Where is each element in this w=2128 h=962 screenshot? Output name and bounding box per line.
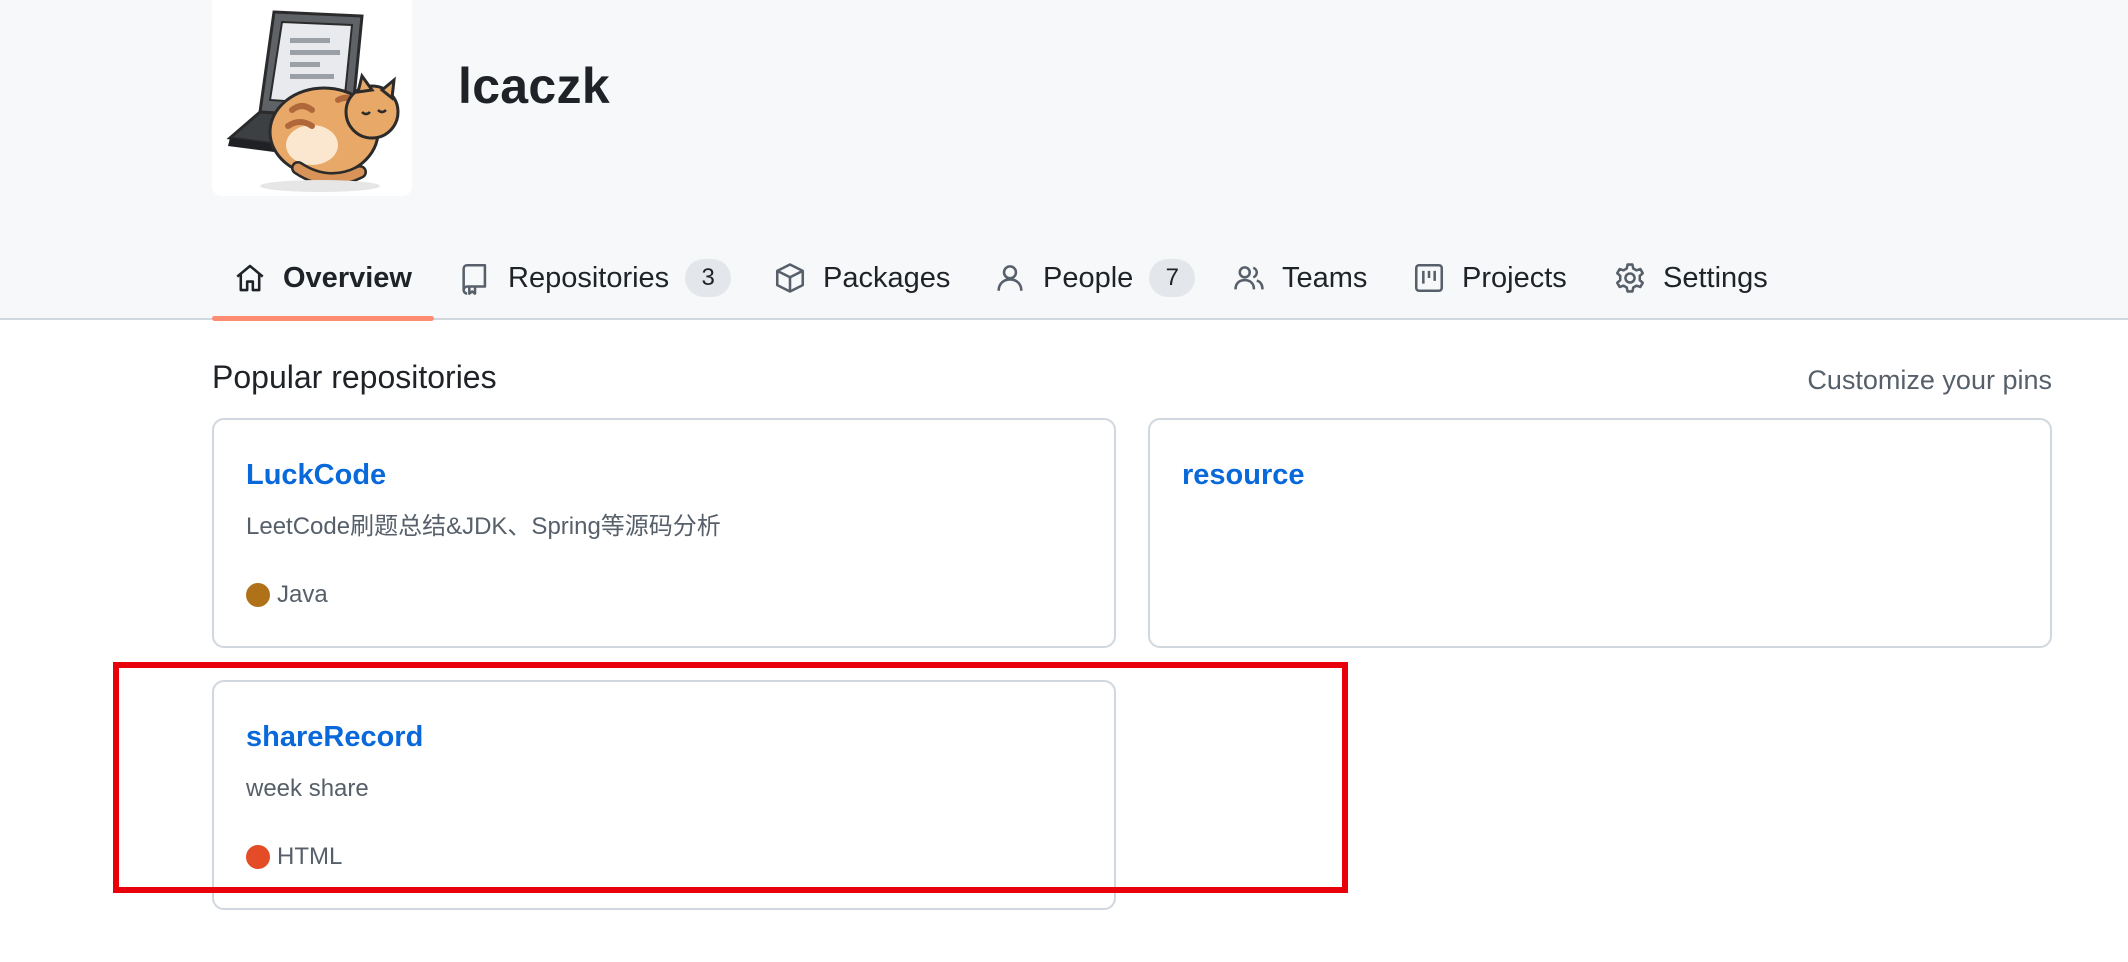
tab-settings[interactable]: Settings [1613,236,1768,320]
repo-link[interactable]: resource [1182,458,1305,492]
repo-description: LeetCode刷题总结&JDK、Spring等源码分析 [246,513,721,540]
gear-icon [1613,261,1647,295]
repo-icon [458,261,492,295]
tab-projects[interactable]: Projects [1412,236,1567,320]
popular-repositories-heading: Popular repositories [212,359,497,395]
cat-laptop-illustration [226,10,400,192]
people-count-badge: 7 [1149,259,1196,297]
home-icon [233,261,267,295]
tab-repositories[interactable]: Repositories 3 [458,236,732,320]
repo-card-sharerecord: shareRecord week share HTML [212,680,1116,910]
repositories-count-badge: 3 [685,259,732,297]
repo-card-luckcode: LuckCode LeetCode刷题总结&JDK、Spring等源码分析 Ja… [212,418,1116,648]
customize-pins-link[interactable]: Customize your pins [1807,363,2052,397]
tab-label: Projects [1462,261,1567,294]
repo-description: week share [246,775,369,802]
org-header: lcaczk Overview Repositories 3 Packages [0,0,2128,321]
package-icon [773,261,807,295]
org-name: lcaczk [458,58,610,114]
tab-label: Packages [823,261,951,294]
language-name: Java [277,581,328,608]
selected-tab-underline [212,316,434,321]
tab-label: Repositories [508,261,670,294]
org-avatar[interactable] [212,0,412,196]
tab-label: Teams [1282,261,1368,294]
repo-language: HTML [246,842,342,872]
repo-link[interactable]: LuckCode [246,458,386,492]
person-icon [993,261,1027,295]
tab-label: Overview [283,261,412,294]
tab-label: People [1043,261,1134,294]
tab-teams[interactable]: Teams [1232,236,1367,320]
tab-packages[interactable]: Packages [773,236,950,320]
tab-people[interactable]: People 7 [993,236,1196,320]
language-name: HTML [277,843,343,870]
repo-link[interactable]: shareRecord [246,720,423,754]
tab-overview[interactable]: Overview [233,236,412,320]
language-color-dot [246,845,270,869]
tab-label: Settings [1663,261,1768,294]
language-color-dot [246,583,270,607]
people-icon [1232,261,1266,295]
project-icon [1412,261,1446,295]
repo-language: Java [246,580,328,610]
repo-card-resource: resource [1148,418,2052,648]
